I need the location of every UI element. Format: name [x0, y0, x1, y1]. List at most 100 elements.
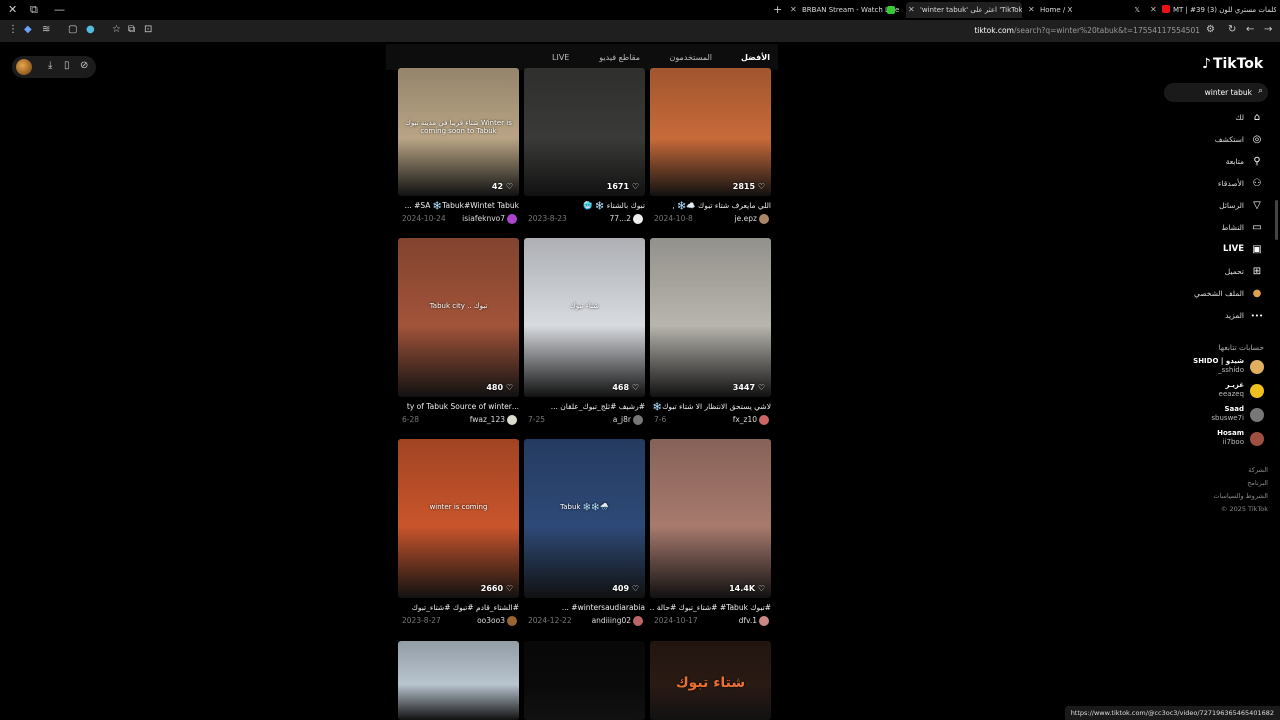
author-avatar[interactable] — [633, 415, 643, 425]
sidebar-item-send[interactable]: الرسائل ▽ — [1180, 198, 1270, 214]
video-caption[interactable]: لاشي يستحق الانتظار الا شتاء تبوك❄️ ... — [650, 402, 771, 411]
sidebar-item-upload[interactable]: تحميل ⊞ — [1180, 264, 1270, 280]
browser-tab-3[interactable]: ✕'winter tabuk' اعثر على 'TikTok — [906, 2, 1022, 18]
share-icon[interactable]: ⧉ — [128, 24, 135, 35]
video-thumbnail[interactable]: Tabuk ❄️❄️🌧️ 409 ♡ — [524, 439, 645, 598]
video-author[interactable]: je.epz — [735, 214, 757, 223]
video-thumbnail[interactable]: شتاء تبوك — [650, 641, 771, 720]
browser-tab-4[interactable]: ✕ BRBAN Stream - Watch Live o — [788, 2, 902, 18]
window-restore-icon[interactable]: ⧉ — [30, 3, 38, 17]
tiktok-logo[interactable]: ♪ TikTok — [1202, 56, 1263, 72]
author-avatar[interactable] — [759, 415, 769, 425]
tab-top[interactable]: الأفضل — [741, 53, 770, 62]
sidebar-item-home[interactable]: لك ⌂ — [1180, 110, 1270, 126]
tab-users[interactable]: المستخدمون — [670, 53, 713, 62]
video-thumbnail[interactable]: 2815 ♡ — [650, 68, 771, 196]
site-settings-icon[interactable]: ⚙ — [1206, 24, 1215, 35]
search-icon[interactable]: ⌕ — [1258, 86, 1263, 96]
following-account[interactable]: Hosam ii7boo — [1180, 429, 1270, 451]
sidebar-item-live[interactable]: LIVE ▣ — [1180, 242, 1270, 258]
video-author[interactable]: isiafeknvo7 — [462, 214, 505, 223]
video-card[interactable]: Tabuk city .. تبوك 480 ♡ ...ty of Tabuk So… — [398, 238, 519, 431]
video-card[interactable]: winter is coming 2660 ♡ #الشتاء_قادم #تبوك… — [398, 439, 519, 632]
author-avatar[interactable] — [507, 616, 517, 626]
video-thumbnail[interactable]: Tabuk city .. تبوك 480 ♡ — [398, 238, 519, 397]
author-avatar[interactable] — [759, 616, 769, 626]
forward-arrow-icon[interactable]: → — [1264, 24, 1272, 35]
browser-tab-1[interactable]: ✕ MT | #39 (3) كلمات مستري للون — [1148, 2, 1276, 18]
video-caption[interactable]: #تبوك Tabuk# #شتاء_تبوك #حالة ... — [650, 603, 771, 612]
footer-link[interactable]: الشركة — [1248, 466, 1268, 474]
avatar[interactable] — [1250, 408, 1264, 422]
browser-tab-2[interactable]: ✕ Home / X𝕏 — [1026, 2, 1144, 18]
tab-live[interactable]: LIVE — [552, 53, 569, 62]
author-avatar[interactable] — [759, 214, 769, 224]
video-caption[interactable]: اللي مايعرف شتاء تبوك ☁️❄️ , — [650, 201, 771, 210]
sidebar-item-compass[interactable]: استكشف ◎ — [1180, 132, 1270, 148]
video-thumbnail[interactable] — [524, 641, 645, 720]
new-tab-icon[interactable]: + — [773, 3, 782, 16]
video-thumbnail[interactable]: 3447 ♡ — [650, 238, 771, 397]
footer-link[interactable]: الشروط والسياسات — [1213, 492, 1268, 500]
video-caption[interactable]: wintersaudiarabia# ... — [524, 603, 645, 612]
video-thumbnail[interactable] — [398, 641, 519, 720]
author-avatar[interactable] — [507, 214, 517, 224]
video-caption[interactable]: #رشيف #ثلج_تبوك_علقان ... — [524, 402, 645, 411]
extension-shield-icon[interactable]: ◆ — [24, 24, 32, 35]
video-caption[interactable]: #الشتاء_قادم #تبوك #شتاء_تبوك — [398, 603, 519, 612]
avatar[interactable] — [1250, 360, 1264, 374]
video-card[interactable] — [398, 641, 519, 720]
window-close-icon[interactable]: ✕ — [8, 3, 17, 16]
download-icon[interactable]: ⤓ — [48, 60, 52, 71]
sidebar-item-profile-avatar[interactable]: الملف الشخصي ● — [1180, 286, 1270, 302]
video-thumbnail[interactable]: 14.4K ♡ — [650, 439, 771, 598]
video-card[interactable]: 14.4K ♡ #تبوك Tabuk# #شتاء_تبوك #حالة ...… — [650, 439, 771, 632]
following-account[interactable]: Saad sbuswe7i — [1180, 405, 1270, 427]
video-thumbnail[interactable]: 1671 ♡ — [524, 68, 645, 196]
profile-avatar-icon[interactable] — [16, 59, 32, 75]
tab-videos[interactable]: مقاطع فيديو — [599, 53, 640, 62]
video-author[interactable]: oo3oo3 — [477, 616, 505, 625]
video-card[interactable]: Tabuk ❄️❄️🌧️ 409 ♡ wintersaudiarabia# ... 2… — [524, 439, 645, 632]
author-avatar[interactable] — [507, 415, 517, 425]
video-caption[interactable]: SA ❄️Tabuk#Wintet Tabuk# ... — [398, 201, 519, 210]
video-author[interactable]: andiiing02 — [592, 616, 631, 625]
video-card[interactable]: 2815 ♡ اللي مايعرف شتاء تبوك ☁️❄️ , 2024-1… — [650, 68, 771, 230]
back-arrow-icon[interactable]: ← — [1246, 24, 1254, 35]
address-bar[interactable]: tiktok.com/search?q=winter%20tabuk&t=175… — [900, 23, 1204, 39]
sidebar-item-inbox[interactable]: النشاط ▭ — [1180, 220, 1270, 236]
video-thumbnail[interactable]: شتاء قريبا في مدينة تبوك Winter is comin… — [398, 68, 519, 196]
close-tab-icon[interactable]: ✕ — [908, 2, 915, 18]
avatar[interactable] — [1250, 384, 1264, 398]
close-tab-icon[interactable]: ✕ — [790, 2, 797, 18]
sidebar-item-friends[interactable]: الأصدقاء ⚇ — [1180, 176, 1270, 192]
close-tab-icon[interactable]: ✕ — [1150, 2, 1157, 18]
video-caption[interactable]: تبوك بالشتاء ❄️ 🥶 — [524, 201, 645, 210]
video-card[interactable]: 1671 ♡ تبوك بالشتاء ❄️ 🥶 2023-8-23 77...2 — [524, 68, 645, 230]
reload-icon[interactable]: ↻ — [1228, 24, 1236, 35]
profile-icon[interactable]: ● — [86, 24, 95, 35]
window-minimize-icon[interactable]: — — [54, 3, 65, 16]
author-avatar[interactable] — [633, 616, 643, 626]
device-icon[interactable]: ▯ — [64, 60, 70, 71]
bookmark-star-icon[interactable]: ☆ — [112, 24, 121, 35]
video-card[interactable]: شتاء تبوك — [650, 641, 771, 720]
following-account[interactable]: SHIDO | شيدو _sshido — [1180, 357, 1270, 379]
video-card[interactable]: 3447 ♡ لاشي يستحق الانتظار الا شتاء تبوك❄… — [650, 238, 771, 431]
video-caption[interactable]: ...ty of Tabuk Source of winter — [398, 402, 519, 411]
video-author[interactable]: fwaz_123 — [470, 415, 505, 424]
video-thumbnail[interactable]: winter is coming 2660 ♡ — [398, 439, 519, 598]
sidebar-item-more[interactable]: المزيد ••• — [1180, 308, 1270, 324]
close-tab-icon[interactable]: ✕ — [1028, 2, 1035, 18]
sidebar-item-user-plus[interactable]: متابعة ⚲ — [1180, 154, 1270, 170]
following-account[interactable]: غزيـر eeazeq — [1180, 381, 1270, 403]
install-app-icon[interactable]: ⊡ — [144, 24, 152, 35]
extension-icon[interactable]: ≋ — [42, 24, 50, 35]
video-author[interactable]: a_j8r — [613, 415, 631, 424]
video-author[interactable]: 77...2 — [610, 214, 631, 223]
video-card[interactable] — [524, 641, 645, 720]
video-card[interactable]: شتاء تبوك 468 ♡ #رشيف #ثلج_تبوك_علقان ... 7… — [524, 238, 645, 431]
extensions-puzzle-icon[interactable]: ▢ — [68, 24, 77, 35]
search-input[interactable] — [1168, 85, 1252, 100]
video-author[interactable]: fx_z10 — [733, 415, 757, 424]
